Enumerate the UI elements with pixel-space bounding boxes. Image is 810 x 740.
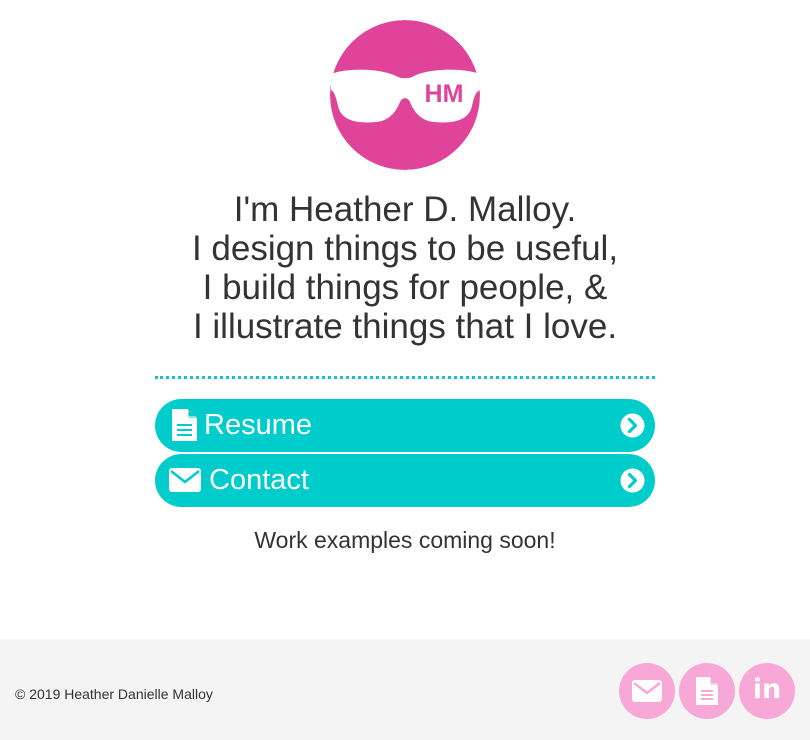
sunglasses-logo-icon: HM bbox=[330, 20, 480, 170]
intro-line: I build things for people, & bbox=[202, 268, 608, 307]
intro-line: I design things to be useful, bbox=[191, 229, 619, 268]
page: HM I'm Heather D. Malloy. I design thing… bbox=[0, 0, 810, 740]
resume-link-button[interactable] bbox=[679, 663, 735, 719]
linkedin-icon: in bbox=[752, 674, 782, 705]
resume-button[interactable]: Resume bbox=[155, 399, 655, 452]
coming-soon-notice: Work examples coming soon! bbox=[254, 527, 556, 553]
footer: © 2019 Heather Danielle Malloy in bbox=[0, 639, 810, 740]
dotted-divider bbox=[155, 376, 655, 379]
envelope-icon bbox=[632, 680, 662, 702]
copyright-text: © 2019 Heather Danielle Malloy bbox=[15, 686, 213, 702]
contact-label: Contact bbox=[209, 464, 309, 496]
logo-monogram: HM bbox=[425, 80, 464, 108]
chevron-circle-right-icon bbox=[620, 413, 645, 438]
envelope-icon bbox=[169, 468, 201, 492]
email-link-button[interactable] bbox=[619, 663, 675, 719]
intro-line: I illustrate things that I love. bbox=[192, 307, 618, 346]
intro-line: I'm Heather D. Malloy. bbox=[233, 190, 577, 229]
document-icon bbox=[696, 677, 718, 705]
logo[interactable]: HM bbox=[330, 20, 480, 170]
linkedin-link-button[interactable]: in bbox=[739, 663, 795, 719]
document-icon bbox=[172, 409, 197, 441]
contact-button[interactable]: Contact bbox=[155, 454, 655, 507]
resume-label: Resume bbox=[204, 409, 312, 441]
intro-heading: I'm Heather D. Malloy. I design things t… bbox=[105, 190, 705, 346]
chevron-circle-right-icon bbox=[620, 468, 645, 493]
